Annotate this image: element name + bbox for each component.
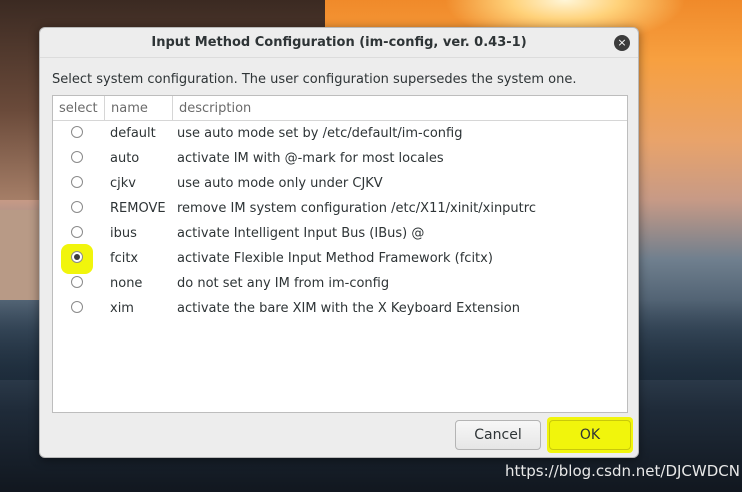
column-header-description[interactable]: description — [173, 96, 627, 120]
radio-button[interactable] — [71, 201, 83, 213]
wallpaper-beige-area — [0, 210, 40, 300]
name-cell: none — [110, 276, 143, 291]
name-cell: default — [110, 126, 156, 141]
select-cell — [53, 196, 105, 221]
description-cell: do not set any IM from im-config — [177, 276, 390, 291]
description-cell: activate Intelligent Input Bus (IBus) @ — [177, 226, 425, 241]
radio-button[interactable] — [71, 176, 83, 188]
description-cell: use auto mode only under CJKV — [177, 176, 383, 191]
name-cell: auto — [110, 151, 140, 166]
description-cell: use auto mode set by /etc/default/im-con… — [177, 126, 463, 141]
config-table: select name description default use auto … — [52, 95, 628, 413]
name-cell: xim — [110, 301, 134, 316]
description-cell: activate IM with @-mark for most locales — [177, 151, 444, 166]
table-body: default use auto mode set by /etc/default… — [53, 121, 627, 321]
select-cell — [53, 121, 105, 146]
radio-button[interactable] — [71, 301, 83, 313]
table-row[interactable]: ibus activate Intelligent Input Bus (IBus… — [53, 221, 627, 246]
description-cell: activate the bare XIM with the X Keyboar… — [177, 301, 520, 316]
table-row[interactable]: fcitx activate Flexible Input Method Fram… — [53, 244, 627, 274]
im-config-dialog: Input Method Configuration (im-config, v… — [39, 27, 639, 458]
dialog-titlebar: Input Method Configuration (im-config, v… — [40, 28, 638, 58]
table-row[interactable]: cjkv use auto mode only under CJKV — [53, 171, 627, 196]
select-cell — [53, 296, 105, 321]
select-cell — [53, 244, 105, 274]
select-cell — [53, 221, 105, 246]
name-cell: ibus — [110, 226, 137, 241]
radio-button[interactable] — [71, 251, 83, 263]
select-cell — [53, 171, 105, 196]
table-header: select name description — [53, 96, 627, 121]
radio-button[interactable] — [71, 151, 83, 163]
cancel-button[interactable]: Cancel — [455, 420, 541, 450]
description-cell: remove IM system configuration /etc/X11/… — [177, 201, 536, 216]
select-cell — [53, 146, 105, 171]
dialog-title: Input Method Configuration (im-config, v… — [151, 35, 527, 50]
description-cell: activate Flexible Input Method Framework… — [177, 251, 493, 266]
column-header-select[interactable]: select — [53, 96, 105, 120]
select-cell — [53, 271, 105, 296]
ok-button[interactable]: OK — [549, 420, 631, 450]
table-row[interactable]: REMOVE remove IM system configuration /et… — [53, 196, 627, 221]
name-cell: cjkv — [110, 176, 136, 191]
table-row[interactable]: xim activate the bare XIM with the X Keyb… — [53, 296, 627, 321]
name-cell: fcitx — [110, 251, 139, 266]
radio-button[interactable] — [71, 126, 83, 138]
radio-button[interactable] — [71, 276, 83, 288]
watermark-text: https://blog.csdn.net/DJCWDCN — [505, 462, 740, 480]
table-row[interactable]: default use auto mode set by /etc/default… — [53, 121, 627, 146]
name-cell: REMOVE — [110, 201, 166, 216]
column-header-name[interactable]: name — [105, 96, 173, 120]
dialog-prompt: Select system configuration. The user co… — [52, 72, 577, 87]
close-icon[interactable]: × — [614, 35, 630, 51]
table-row[interactable]: auto activate IM with @-mark for most loc… — [53, 146, 627, 171]
radio-button[interactable] — [71, 226, 83, 238]
table-row[interactable]: none do not set any IM from im-config — [53, 271, 627, 296]
